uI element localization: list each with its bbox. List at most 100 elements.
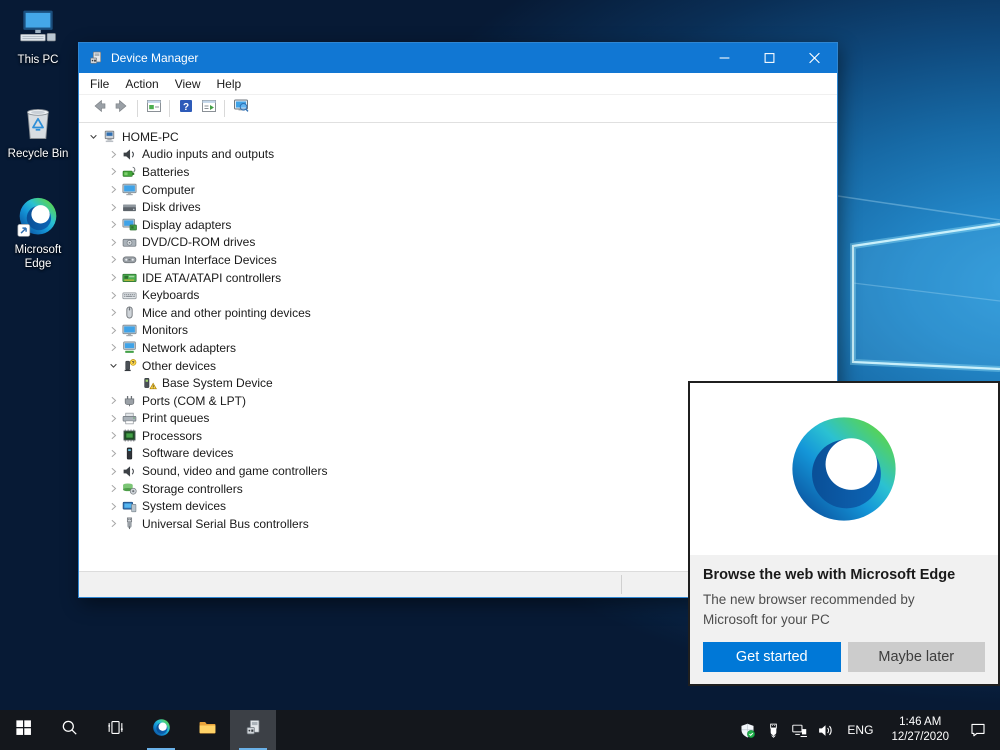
chevron-right-icon[interactable] [105,340,121,356]
chevron-down-icon[interactable] [105,358,121,374]
menu-file[interactable]: File [82,75,117,93]
toolbar-help-button[interactable]: ? [174,98,197,119]
chevron-right-icon[interactable] [105,182,121,198]
tree-item-dvd-cd-rom-drives[interactable]: DVD/CD-ROM drives [79,234,837,252]
taskbar-device-manager-button[interactable] [230,710,276,750]
tree-item-keyboards[interactable]: Keyboards [79,286,837,304]
maybe-later-button[interactable]: Maybe later [848,642,986,672]
chevron-right-icon[interactable] [105,463,121,479]
tree-item-audio-inputs-and-outputs[interactable]: Audio inputs and outputs [79,146,837,164]
audio-icon [121,148,137,161]
close-button[interactable] [792,43,837,73]
tray-defender-icon[interactable] [734,710,760,750]
menu-help[interactable]: Help [209,75,250,93]
chevron-right-icon[interactable] [105,498,121,514]
tree-item-other-devices[interactable]: ?Other devices [79,357,837,375]
chevron-right-icon[interactable] [105,199,121,215]
chevron-right-icon[interactable] [105,252,121,268]
chevron-right-icon[interactable] [105,217,121,233]
chevron-right-icon[interactable] [105,445,121,461]
toolbar-forward-button[interactable] [110,98,133,119]
get-started-button[interactable]: Get started [703,642,841,672]
edge-promo-popup: Browse the web with Microsoft Edge The n… [688,381,1000,686]
edge-logo-icon [785,410,903,528]
desktop-icon-microsoft-edge[interactable]: Microsoft Edge [3,196,73,272]
desktop-icon-this-pc[interactable]: This PC [3,6,73,67]
this-pc-icon [16,6,60,50]
window-title: Device Manager [111,51,702,65]
ports-icon [121,394,137,407]
chevron-right-icon[interactable] [105,516,121,532]
tray-volume-icon[interactable] [812,710,838,750]
device-manager-icon [244,718,263,742]
tray-usb-icon[interactable] [760,710,786,750]
pc-icon [101,130,117,143]
edge-promo-title: Browse the web with Microsoft Edge [703,567,985,583]
tree-item-monitors[interactable]: Monitors [79,322,837,340]
chevron-right-icon[interactable] [105,234,121,250]
toolbar-console-window-button[interactable] [142,98,165,119]
menu-view[interactable]: View [167,75,209,93]
desktop: This PC Recycle Bin Microsoft Edge Device … [0,0,1000,750]
tree-item-mice-and-other-pointing-devices[interactable]: Mice and other pointing devices [79,304,837,322]
chevron-right-icon[interactable] [105,270,121,286]
menu-action[interactable]: Action [117,75,166,93]
disk-icon [121,201,137,214]
language-indicator[interactable]: ENG [838,723,882,737]
edge-shortcut-icon [16,196,60,240]
start-icon [14,718,33,742]
tree-item-display-adapters[interactable]: Display adapters [79,216,837,234]
tree-item-disk-drives[interactable]: Disk drives [79,198,837,216]
tree-item-label: Disk drives [142,200,201,214]
toolbar-separator [224,100,225,117]
taskbar-clock[interactable]: 1:46 AM 12/27/2020 [882,715,958,745]
desktop-icon-label: Recycle Bin [3,147,73,161]
tree-item-label: Ports (COM & LPT) [142,394,246,408]
action-center-icon[interactable] [958,710,998,750]
tray-network-icon[interactable] [786,710,812,750]
toolbar-back-button[interactable] [87,98,110,119]
tree-item-computer[interactable]: Computer [79,181,837,199]
chevron-right-icon[interactable] [105,305,121,321]
taskbar-edge-button[interactable] [138,710,184,750]
maximize-button[interactable] [747,43,792,73]
tree-item-label: System devices [142,499,226,513]
tree-item-label: Software devices [142,446,233,460]
minimize-button[interactable] [702,43,747,73]
chevron-down-icon[interactable] [85,129,101,145]
tree-item-human-interface-devices[interactable]: Human Interface Devices [79,251,837,269]
chevron-right-icon[interactable] [105,428,121,444]
tree-item-label: Batteries [142,165,189,179]
tree-item-label: Keyboards [142,288,199,302]
toolbar-scan-hardware-button[interactable] [229,98,252,119]
window-titlebar[interactable]: Device Manager [79,43,837,73]
edge-promo-body: The new browser recommended by Microsoft… [703,590,953,631]
printer-icon [121,412,137,425]
chevron-right-icon[interactable] [105,164,121,180]
taskbar-buttons [0,710,276,750]
tree-item-label: Audio inputs and outputs [142,147,274,161]
taskbar-task-view-button[interactable] [92,710,138,750]
chevron-right-icon[interactable] [105,322,121,338]
software-icon [121,447,137,460]
chevron-right-icon[interactable] [105,481,121,497]
chevron-right-icon[interactable] [105,410,121,426]
folder-icon [198,718,217,742]
taskbar-start-button[interactable] [0,710,46,750]
tree-item-batteries[interactable]: Batteries [79,163,837,181]
chevron-right-icon[interactable] [105,287,121,303]
console-window-icon [146,98,162,119]
chevron-right-icon[interactable] [105,393,121,409]
taskbar-search-button[interactable] [46,710,92,750]
tree-item-network-adapters[interactable]: Network adapters [79,339,837,357]
taskbar-file-explorer-button[interactable] [184,710,230,750]
scan-hardware-icon [233,98,249,119]
chevron-right-icon[interactable] [105,146,121,162]
device-manager-app-icon [88,50,104,66]
hid-icon [121,253,137,266]
dvd-icon [121,236,137,249]
toolbar-properties-window-button[interactable] [197,98,220,119]
tree-item-home-pc[interactable]: HOME-PC [79,128,837,146]
tree-item-ide-ata-atapi-controllers[interactable]: IDE ATA/ATAPI controllers [79,269,837,287]
desktop-icon-recycle-bin[interactable]: Recycle Bin [3,100,73,161]
